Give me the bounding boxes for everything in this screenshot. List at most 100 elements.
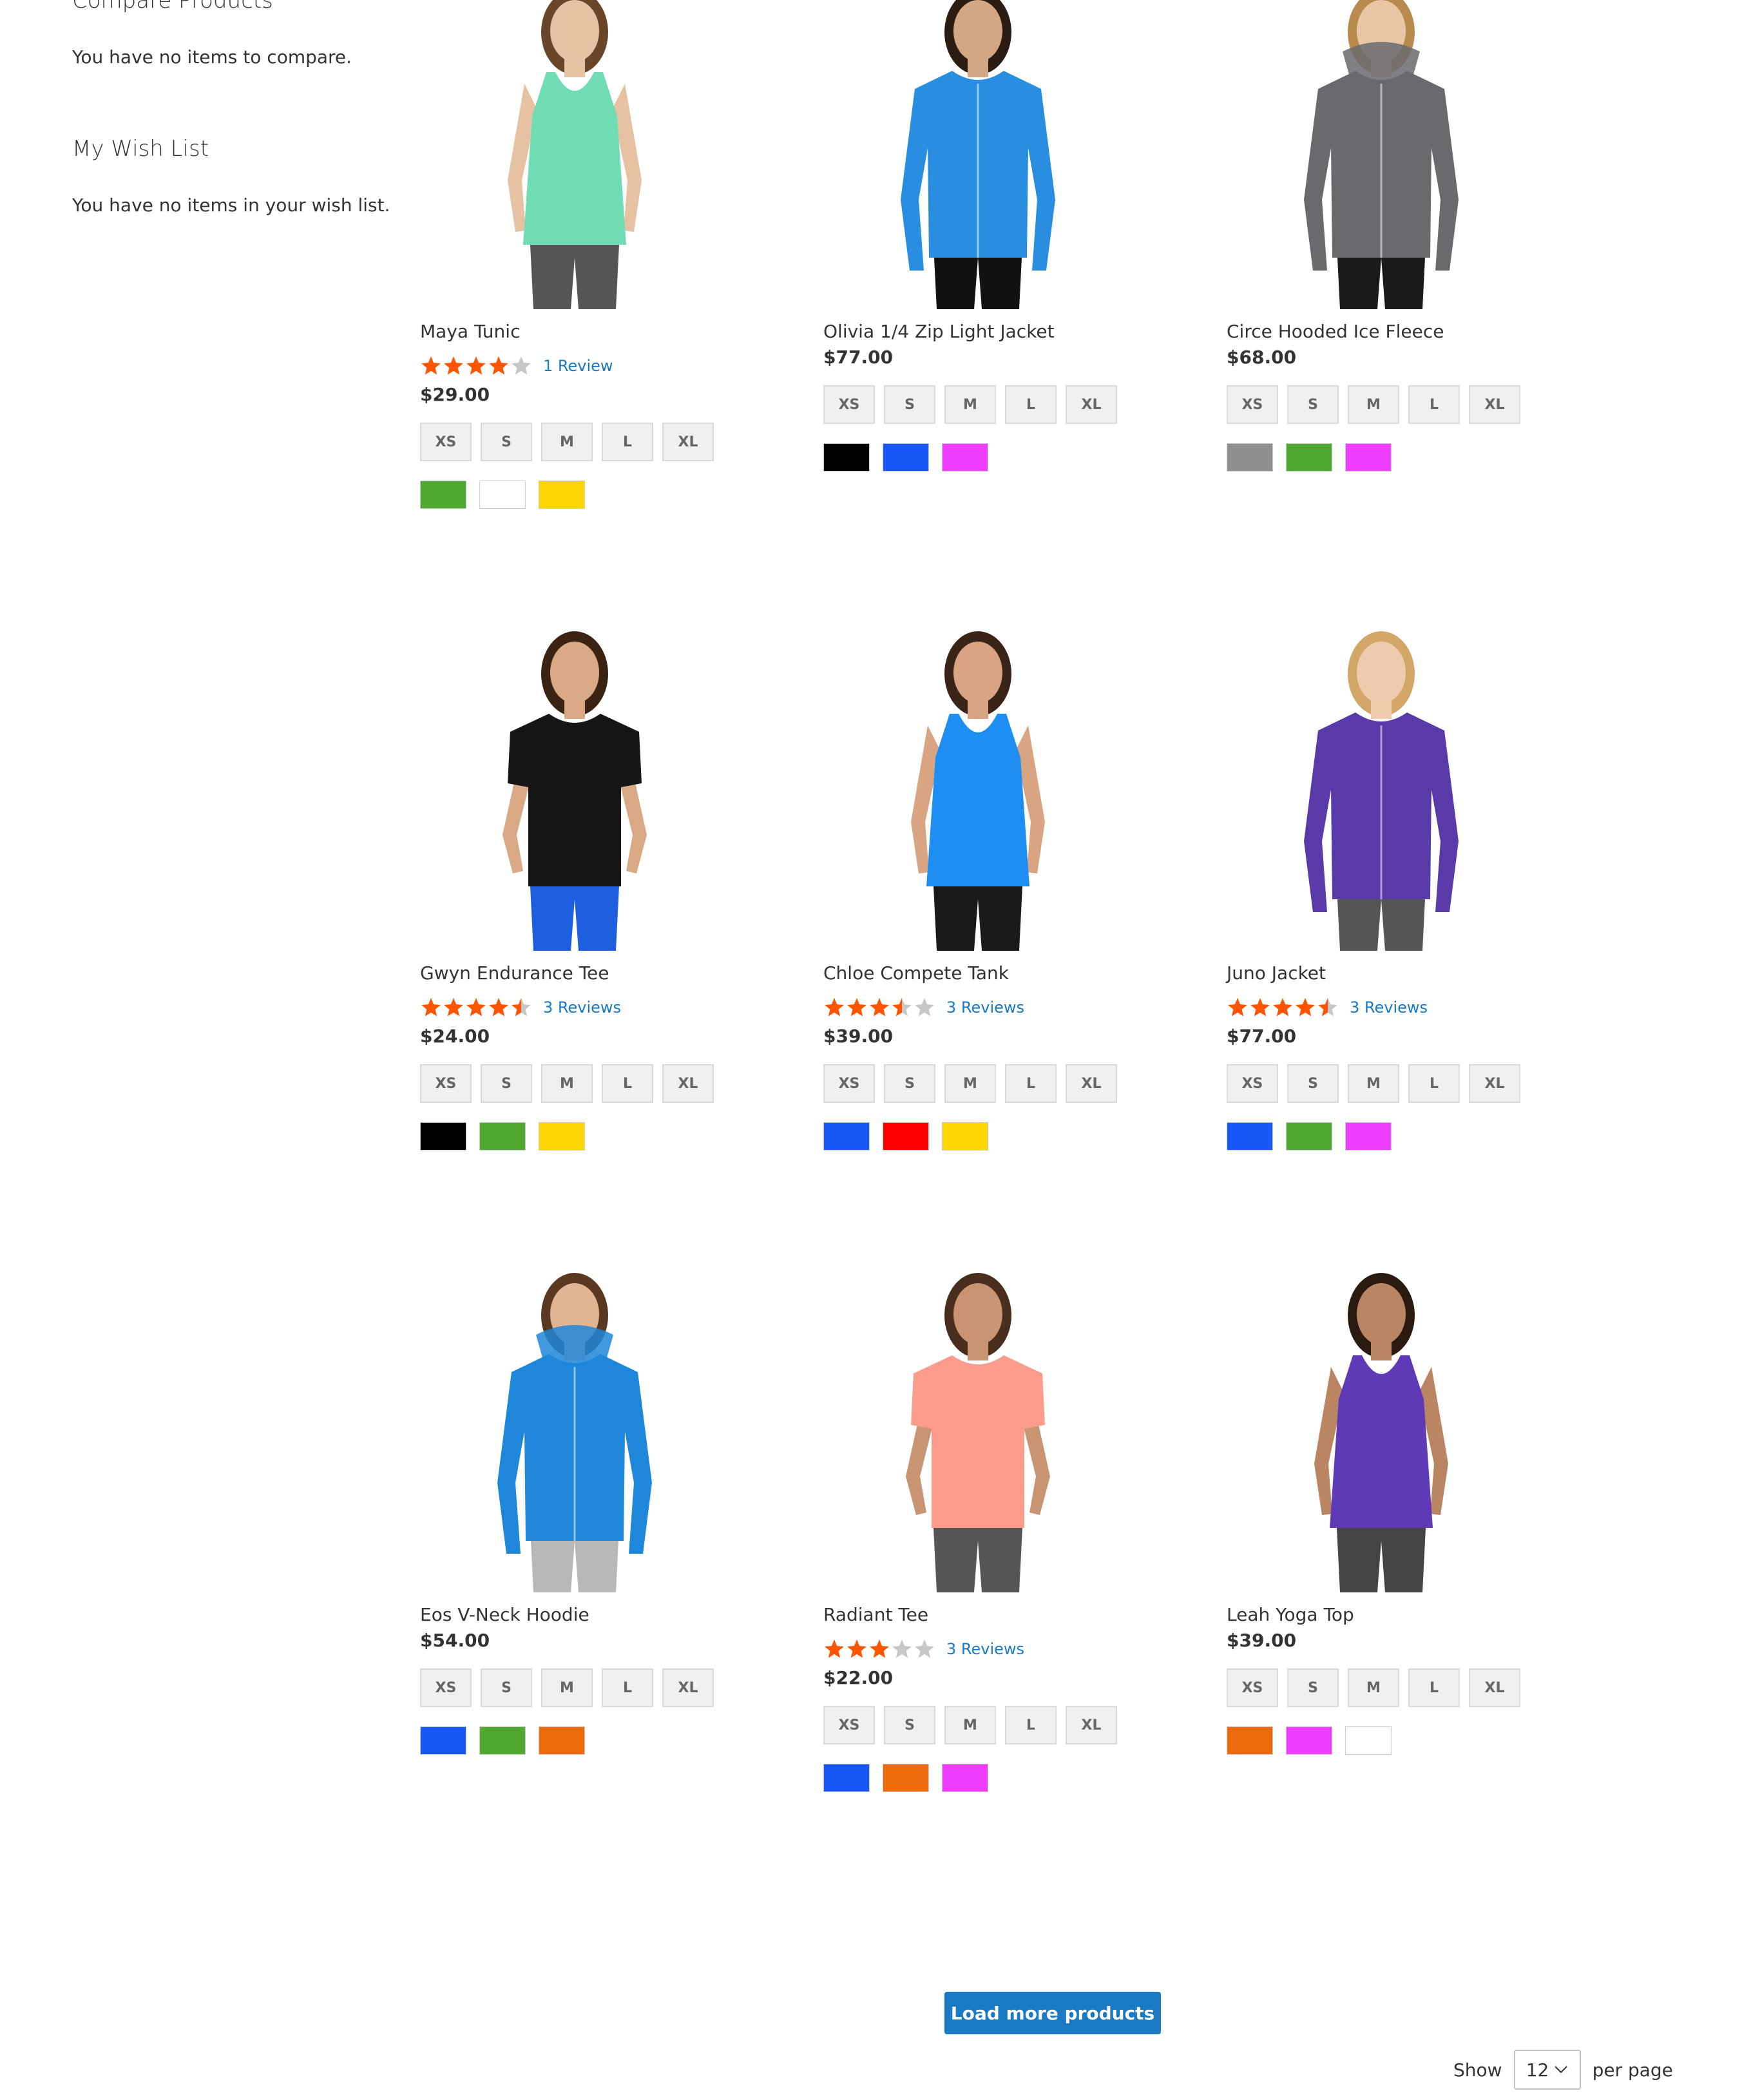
size-option-xl[interactable]: XL xyxy=(1066,385,1117,424)
color-swatch[interactable] xyxy=(539,1726,585,1755)
size-option-xs[interactable]: XS xyxy=(823,385,875,424)
color-swatch[interactable] xyxy=(1286,1122,1332,1150)
size-option-xl[interactable]: XL xyxy=(1469,1668,1520,1707)
size-option-xs[interactable]: XS xyxy=(1227,385,1278,424)
color-swatch[interactable] xyxy=(1227,443,1273,472)
size-option-s[interactable]: S xyxy=(481,1668,532,1707)
color-swatch[interactable] xyxy=(942,1122,988,1150)
color-swatch[interactable] xyxy=(823,1122,870,1150)
color-swatch[interactable] xyxy=(539,481,585,509)
product-name-link[interactable]: Gwyn Endurance Tee xyxy=(420,962,609,984)
color-swatch[interactable] xyxy=(479,481,526,509)
size-option-m[interactable]: M xyxy=(1348,1064,1399,1103)
color-swatch[interactable] xyxy=(479,1122,526,1150)
size-option-xs[interactable]: XS xyxy=(1227,1668,1278,1707)
wishlist-title: My Wish List xyxy=(72,136,209,162)
size-option-m[interactable]: M xyxy=(944,1706,996,1744)
product-image xyxy=(503,631,647,951)
size-option-m[interactable]: M xyxy=(944,1064,996,1103)
color-swatch[interactable] xyxy=(883,1122,929,1150)
size-option-s[interactable]: S xyxy=(1287,1668,1339,1707)
color-swatch[interactable] xyxy=(1345,1122,1392,1150)
size-option-s[interactable]: S xyxy=(1287,1064,1339,1103)
product-image-link[interactable] xyxy=(823,0,1184,309)
reviews-link[interactable]: 3 Reviews xyxy=(946,1640,1024,1658)
color-swatch[interactable] xyxy=(1227,1122,1273,1150)
reviews-link[interactable]: 1 Review xyxy=(543,357,613,375)
color-swatch[interactable] xyxy=(420,1726,466,1755)
color-swatch[interactable] xyxy=(823,1764,870,1792)
size-option-xs[interactable]: XS xyxy=(823,1706,875,1744)
size-option-xl[interactable]: XL xyxy=(1469,385,1520,424)
size-option-xl[interactable]: XL xyxy=(1469,1064,1520,1103)
size-option-m[interactable]: M xyxy=(944,385,996,424)
size-option-xs[interactable]: XS xyxy=(1227,1064,1278,1103)
color-swatch[interactable] xyxy=(479,1726,526,1755)
product-image-link[interactable] xyxy=(1227,0,1587,309)
product-name-link[interactable]: Juno Jacket xyxy=(1227,962,1326,984)
product-image-link[interactable] xyxy=(420,1270,781,1592)
size-option-s[interactable]: S xyxy=(884,385,935,424)
product-name-link[interactable]: Circe Hooded Ice Fleece xyxy=(1227,321,1444,342)
size-option-s[interactable]: S xyxy=(481,1064,532,1103)
product-image-link[interactable] xyxy=(823,629,1184,951)
color-swatch[interactable] xyxy=(1286,443,1332,472)
reviews-link[interactable]: 3 Reviews xyxy=(543,998,621,1017)
color-swatch[interactable] xyxy=(420,481,466,509)
size-option-m[interactable]: M xyxy=(541,423,593,461)
size-option-m[interactable]: M xyxy=(1348,1668,1399,1707)
load-more-button[interactable]: Load more products xyxy=(944,1992,1161,2034)
size-option-m[interactable]: M xyxy=(1348,385,1399,424)
product-image-link[interactable] xyxy=(1227,629,1587,951)
size-option-l[interactable]: L xyxy=(1408,1064,1460,1103)
size-option-l[interactable]: L xyxy=(1005,385,1057,424)
size-option-m[interactable]: M xyxy=(541,1668,593,1707)
reviews-link[interactable]: 3 Reviews xyxy=(946,998,1024,1017)
product-image-link[interactable] xyxy=(1227,1270,1587,1592)
size-option-l[interactable]: L xyxy=(602,1064,653,1103)
size-option-l[interactable]: L xyxy=(1005,1706,1057,1744)
color-swatch[interactable] xyxy=(1345,1726,1392,1755)
size-option-xl[interactable]: XL xyxy=(1066,1706,1117,1744)
star-icon xyxy=(488,997,510,1018)
color-swatch[interactable] xyxy=(1286,1726,1332,1755)
size-option-xl[interactable]: XL xyxy=(662,1064,714,1103)
size-option-xs[interactable]: XS xyxy=(823,1064,875,1103)
color-swatch[interactable] xyxy=(823,443,870,472)
color-swatch[interactable] xyxy=(883,1764,929,1792)
product-name-link[interactable]: Eos V-Neck Hoodie xyxy=(420,1604,589,1625)
product-name-link[interactable]: Radiant Tee xyxy=(823,1604,928,1625)
color-swatch[interactable] xyxy=(883,443,929,472)
product-name-link[interactable]: Chloe Compete Tank xyxy=(823,962,1009,984)
product-image-link[interactable] xyxy=(420,629,781,951)
product-name-link[interactable]: Leah Yoga Top xyxy=(1227,1604,1354,1625)
size-option-m[interactable]: M xyxy=(541,1064,593,1103)
size-option-xl[interactable]: XL xyxy=(1066,1064,1117,1103)
size-option-l[interactable]: L xyxy=(1408,385,1460,424)
product-name-link[interactable]: Maya Tunic xyxy=(420,321,520,342)
size-option-xl[interactable]: XL xyxy=(662,1668,714,1707)
color-swatch[interactable] xyxy=(1227,1726,1273,1755)
size-option-s[interactable]: S xyxy=(884,1706,935,1744)
reviews-link[interactable]: 3 Reviews xyxy=(1350,998,1428,1017)
color-swatch[interactable] xyxy=(539,1122,585,1150)
color-swatch[interactable] xyxy=(1345,443,1392,472)
size-option-s[interactable]: S xyxy=(1287,385,1339,424)
limiter-select[interactable]: 12 xyxy=(1513,2050,1581,2090)
size-option-s[interactable]: S xyxy=(884,1064,935,1103)
size-option-s[interactable]: S xyxy=(481,423,532,461)
size-option-xs[interactable]: XS xyxy=(420,1668,472,1707)
color-swatch[interactable] xyxy=(942,443,988,472)
size-option-l[interactable]: L xyxy=(602,423,653,461)
product-name-link[interactable]: Olivia 1/4 Zip Light Jacket xyxy=(823,321,1055,342)
product-image-link[interactable] xyxy=(420,0,781,309)
size-option-xs[interactable]: XS xyxy=(420,1064,472,1103)
size-option-xs[interactable]: XS xyxy=(420,423,472,461)
size-option-xl[interactable]: XL xyxy=(662,423,714,461)
color-swatch[interactable] xyxy=(942,1764,988,1792)
size-option-l[interactable]: L xyxy=(1408,1668,1460,1707)
size-option-l[interactable]: L xyxy=(1005,1064,1057,1103)
color-swatch[interactable] xyxy=(420,1122,466,1150)
size-option-l[interactable]: L xyxy=(602,1668,653,1707)
product-image-link[interactable] xyxy=(823,1270,1184,1592)
